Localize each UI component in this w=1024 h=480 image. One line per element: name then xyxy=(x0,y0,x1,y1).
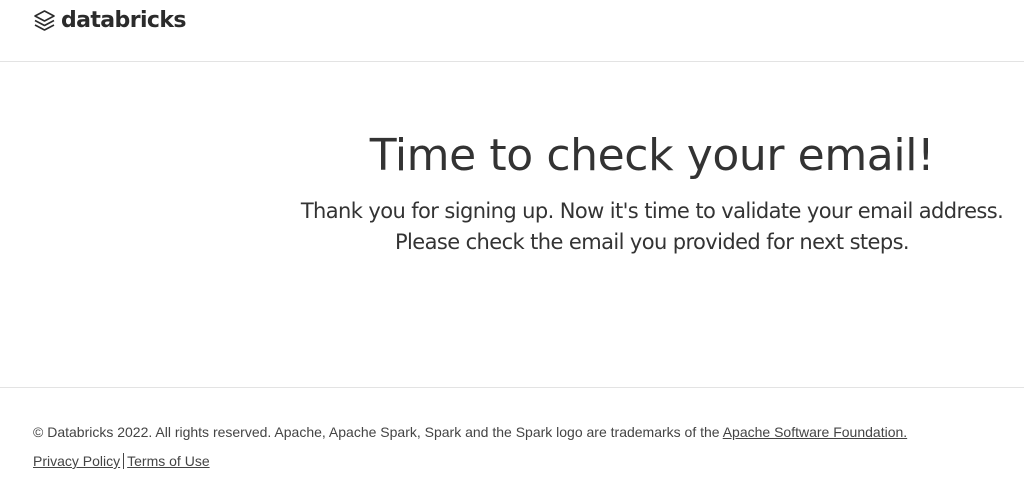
copyright-notice: © Databricks 2022. All rights reserved. … xyxy=(33,423,1013,441)
legal-links: Privacy Policy Terms of Use xyxy=(33,452,1013,470)
databricks-logo[interactable]: databricks xyxy=(33,9,186,33)
message-line-2: Please check the email you provided for … xyxy=(394,230,910,254)
apache-software-foundation-link[interactable]: Apache Software Foundation. xyxy=(723,424,907,440)
footer-divider xyxy=(0,387,1024,388)
message-line-1: Thank you for signing up. Now it's time … xyxy=(300,199,1004,223)
confirmation-message: Thank you for signing up. Now it's time … xyxy=(200,196,1024,258)
site-footer: © Databricks 2022. All rights reserved. … xyxy=(33,423,1013,470)
databricks-stack-icon xyxy=(34,10,55,31)
page-title: Time to check your email! xyxy=(369,130,935,181)
privacy-policy-link[interactable]: Privacy Policy xyxy=(33,453,120,469)
link-separator xyxy=(123,453,125,469)
terms-of-use-link[interactable]: Terms of Use xyxy=(127,453,209,469)
logo-wordmark: databricks xyxy=(61,8,186,33)
copyright-text: © Databricks 2022. All rights reserved. … xyxy=(33,424,723,440)
page: databricks Time to check your email! Tha… xyxy=(0,0,1024,480)
confirmation-panel: Time to check your email! Thank you for … xyxy=(0,63,1024,387)
site-header: databricks xyxy=(0,0,1024,62)
